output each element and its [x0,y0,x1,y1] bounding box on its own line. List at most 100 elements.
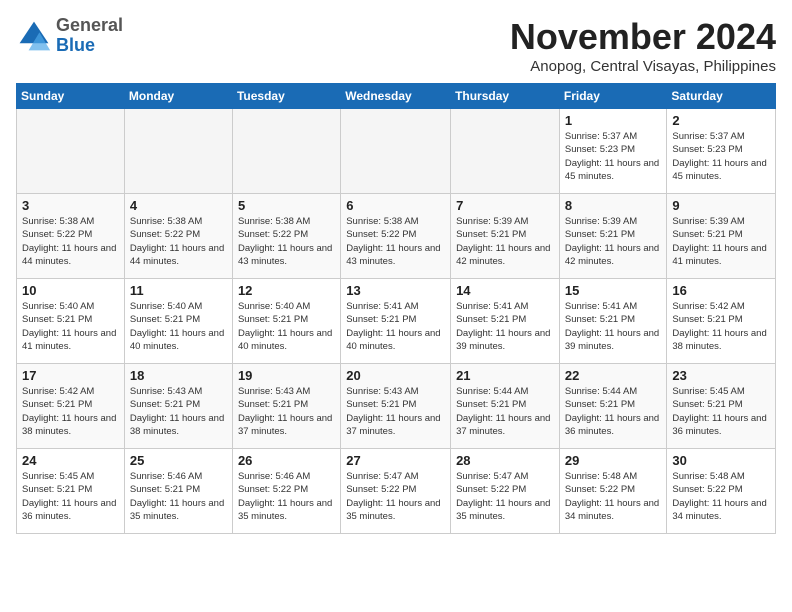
logo-blue: Blue [56,35,95,55]
day-info: Sunrise: 5:40 AMSunset: 5:21 PMDaylight:… [130,300,227,353]
day-info: Sunrise: 5:46 AMSunset: 5:22 PMDaylight:… [238,470,335,523]
day-info: Sunrise: 5:44 AMSunset: 5:21 PMDaylight:… [565,385,662,438]
day-info: Sunrise: 5:40 AMSunset: 5:21 PMDaylight:… [22,300,119,353]
calendar-week-3: 10 Sunrise: 5:40 AMSunset: 5:21 PMDayligh… [17,279,776,364]
day-info: Sunrise: 5:48 AMSunset: 5:22 PMDaylight:… [672,470,770,523]
day-info: Sunrise: 5:39 AMSunset: 5:21 PMDaylight:… [456,215,554,268]
day-info: Sunrise: 5:45 AMSunset: 5:21 PMDaylight:… [672,385,770,438]
calendar-cell [17,109,125,194]
day-info: Sunrise: 5:44 AMSunset: 5:21 PMDaylight:… [456,385,554,438]
day-number: 11 [130,283,227,298]
day-number: 14 [456,283,554,298]
weekday-header-saturday: Saturday [667,84,776,109]
day-number: 20 [346,368,445,383]
day-info: Sunrise: 5:41 AMSunset: 5:21 PMDaylight:… [456,300,554,353]
day-info: Sunrise: 5:41 AMSunset: 5:21 PMDaylight:… [565,300,662,353]
calendar-cell: 24 Sunrise: 5:45 AMSunset: 5:21 PMDayligh… [17,449,125,534]
day-number: 5 [238,198,335,213]
calendar-cell [232,109,340,194]
day-info: Sunrise: 5:38 AMSunset: 5:22 PMDaylight:… [238,215,335,268]
day-info: Sunrise: 5:45 AMSunset: 5:21 PMDaylight:… [22,470,119,523]
day-number: 3 [22,198,119,213]
calendar-cell: 2 Sunrise: 5:37 AMSunset: 5:23 PMDaylight… [667,109,776,194]
calendar-cell: 30Sunrise: 5:48 AMSunset: 5:22 PMDayligh… [667,449,776,534]
calendar-week-1: 1 Sunrise: 5:37 AMSunset: 5:23 PMDaylight… [17,109,776,194]
calendar-cell: 17 Sunrise: 5:42 AMSunset: 5:21 PMDayligh… [17,364,125,449]
day-info: Sunrise: 5:41 AMSunset: 5:21 PMDaylight:… [346,300,445,353]
day-number: 28 [456,453,554,468]
weekday-header-sunday: Sunday [17,84,125,109]
day-number: 7 [456,198,554,213]
day-number: 12 [238,283,335,298]
calendar-week-5: 24 Sunrise: 5:45 AMSunset: 5:21 PMDayligh… [17,449,776,534]
calendar-cell: 11 Sunrise: 5:40 AMSunset: 5:21 PMDayligh… [124,279,232,364]
calendar-cell: 20 Sunrise: 5:43 AMSunset: 5:21 PMDayligh… [341,364,451,449]
calendar-cell: 29Sunrise: 5:48 AMSunset: 5:22 PMDayligh… [559,449,667,534]
logo-icon [16,18,52,54]
day-info: Sunrise: 5:46 AMSunset: 5:21 PMDaylight:… [130,470,227,523]
calendar-cell: 10 Sunrise: 5:40 AMSunset: 5:21 PMDayligh… [17,279,125,364]
location: Anopog, Central Visayas, Philippines [510,58,776,75]
weekday-header-monday: Monday [124,84,232,109]
calendar-cell: 28Sunrise: 5:47 AMSunset: 5:22 PMDayligh… [451,449,560,534]
calendar-cell: 7 Sunrise: 5:39 AMSunset: 5:21 PMDaylight… [451,194,560,279]
calendar-cell: 26 Sunrise: 5:46 AMSunset: 5:22 PMDayligh… [232,449,340,534]
title-block: November 2024 Anopog, Central Visayas, P… [510,16,776,75]
day-number: 1 [565,113,662,128]
day-number: 15 [565,283,662,298]
day-number: 22 [565,368,662,383]
weekday-header-thursday: Thursday [451,84,560,109]
day-number: 27 [346,453,445,468]
day-number: 16 [672,283,770,298]
weekday-header-friday: Friday [559,84,667,109]
calendar-cell: 6 Sunrise: 5:38 AMSunset: 5:22 PMDaylight… [341,194,451,279]
weekday-header-row: SundayMondayTuesdayWednesdayThursdayFrid… [17,84,776,109]
calendar-cell: 1 Sunrise: 5:37 AMSunset: 5:23 PMDaylight… [559,109,667,194]
day-info: Sunrise: 5:38 AMSunset: 5:22 PMDaylight:… [22,215,119,268]
calendar-cell: 22 Sunrise: 5:44 AMSunset: 5:21 PMDayligh… [559,364,667,449]
day-info: Sunrise: 5:37 AMSunset: 5:23 PMDaylight:… [672,130,770,183]
day-info: Sunrise: 5:39 AMSunset: 5:21 PMDaylight:… [672,215,770,268]
weekday-header-tuesday: Tuesday [232,84,340,109]
calendar-body: 1 Sunrise: 5:37 AMSunset: 5:23 PMDaylight… [17,109,776,534]
calendar-cell: 27 Sunrise: 5:47 AMSunset: 5:22 PMDayligh… [341,449,451,534]
day-info: Sunrise: 5:40 AMSunset: 5:21 PMDaylight:… [238,300,335,353]
day-number: 19 [238,368,335,383]
calendar-cell: 25 Sunrise: 5:46 AMSunset: 5:21 PMDayligh… [124,449,232,534]
calendar-cell [124,109,232,194]
day-info: Sunrise: 5:43 AMSunset: 5:21 PMDaylight:… [346,385,445,438]
weekday-header-wednesday: Wednesday [341,84,451,109]
logo: General Blue [16,16,123,56]
calendar-cell: 18Sunrise: 5:43 AMSunset: 5:21 PMDayligh… [124,364,232,449]
calendar-cell: 3 Sunrise: 5:38 AMSunset: 5:22 PMDaylight… [17,194,125,279]
calendar-cell: 9Sunrise: 5:39 AMSunset: 5:21 PMDaylight… [667,194,776,279]
day-number: 2 [672,113,770,128]
day-number: 25 [130,453,227,468]
day-info: Sunrise: 5:43 AMSunset: 5:21 PMDaylight:… [238,385,335,438]
day-info: Sunrise: 5:38 AMSunset: 5:22 PMDaylight:… [346,215,445,268]
day-info: Sunrise: 5:37 AMSunset: 5:23 PMDaylight:… [565,130,662,183]
day-number: 13 [346,283,445,298]
calendar-table: SundayMondayTuesdayWednesdayThursdayFrid… [16,83,776,534]
day-number: 17 [22,368,119,383]
calendar-cell: 5 Sunrise: 5:38 AMSunset: 5:22 PMDaylight… [232,194,340,279]
day-number: 21 [456,368,554,383]
day-number: 26 [238,453,335,468]
page-header: General Blue November 2024 Anopog, Centr… [16,16,776,75]
day-info: Sunrise: 5:42 AMSunset: 5:21 PMDaylight:… [672,300,770,353]
calendar-week-2: 3 Sunrise: 5:38 AMSunset: 5:22 PMDaylight… [17,194,776,279]
day-number: 10 [22,283,119,298]
day-number: 8 [565,198,662,213]
month-title: November 2024 [510,16,776,58]
calendar-cell: 15 Sunrise: 5:41 AMSunset: 5:21 PMDayligh… [559,279,667,364]
day-info: Sunrise: 5:47 AMSunset: 5:22 PMDaylight:… [346,470,445,523]
calendar-cell: 16 Sunrise: 5:42 AMSunset: 5:21 PMDayligh… [667,279,776,364]
calendar-cell: 19 Sunrise: 5:43 AMSunset: 5:21 PMDayligh… [232,364,340,449]
day-info: Sunrise: 5:38 AMSunset: 5:22 PMDaylight:… [130,215,227,268]
day-number: 6 [346,198,445,213]
calendar-cell: 4Sunrise: 5:38 AMSunset: 5:22 PMDaylight… [124,194,232,279]
day-number: 24 [22,453,119,468]
calendar-cell: 14 Sunrise: 5:41 AMSunset: 5:21 PMDayligh… [451,279,560,364]
day-number: 18 [130,368,227,383]
day-info: Sunrise: 5:42 AMSunset: 5:21 PMDaylight:… [22,385,119,438]
